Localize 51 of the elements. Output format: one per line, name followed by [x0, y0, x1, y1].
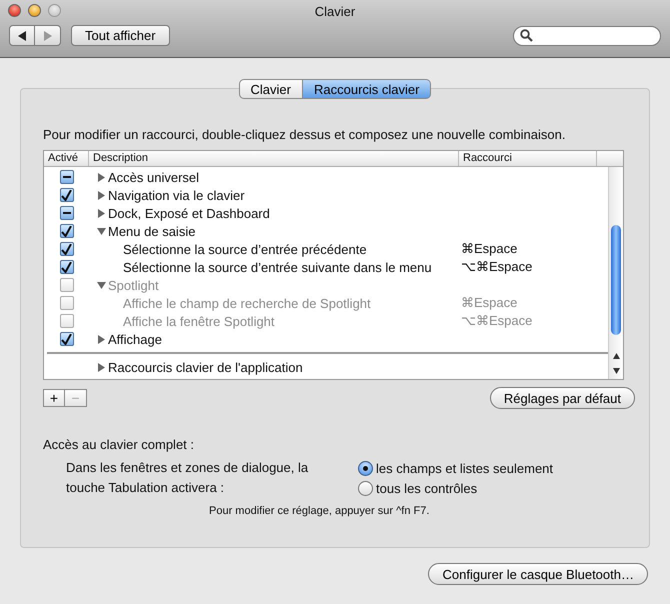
close-button[interactable] [8, 4, 21, 17]
search-icon [520, 29, 533, 42]
tab[interactable]: Clavier [238, 79, 303, 99]
bluetooth-headset-button[interactable]: Configurer le casque Bluetooth… [428, 563, 648, 585]
shortcut-keys: ⌘Espace [459, 295, 518, 310]
show-all-button[interactable]: Tout afficher [71, 25, 170, 46]
instructions-text: Pour modifier un raccourci, double-cliquez dessus et composez une nouvelle combinaison. [43, 127, 566, 142]
search-field[interactable] [513, 26, 661, 46]
shortcut-keys: ⌥⌘Espace [459, 259, 532, 274]
window-title: Clavier [314, 4, 356, 18]
collapsed-triangle-icon[interactable] [97, 334, 106, 344]
shortcut-name: Sélectionne la source d’entrée suivante dans le menu [123, 260, 432, 274]
checkbox[interactable] [60, 170, 74, 184]
section-title: Accès au clavier complet : [43, 437, 196, 452]
back-icon [18, 30, 26, 40]
shortcut-name: Menu de saisie [108, 224, 196, 238]
hint-text: Pour modifier ce réglage, appuyer sur ^fn F7. [209, 505, 430, 517]
collapsed-triangle-icon[interactable] [97, 190, 106, 200]
collapsed-triangle-icon[interactable] [97, 172, 106, 182]
section-name: Raccourcis clavier de l'application [108, 360, 303, 374]
column-header[interactable]: Raccourci [459, 151, 597, 166]
checkbox[interactable] [60, 206, 74, 220]
shortcut-keys: ⌘Espace [459, 241, 518, 256]
expanded-triangle-icon[interactable] [97, 226, 106, 236]
shortcut-name: Sélectionne la source d’entrée précédente [123, 242, 367, 256]
tab[interactable]: Raccourcis clavier [302, 79, 432, 99]
shortcut-name: Dock, Exposé et Dashboard [108, 206, 270, 220]
defaults-button[interactable]: Réglages par défaut [490, 387, 635, 409]
shortcut-name: Affiche le champ de recherche de Spotlight [123, 296, 371, 310]
minimize-button[interactable] [28, 4, 41, 17]
radio-option[interactable]: les champs et listes seulement [358, 458, 554, 478]
shortcut-name: Affiche la fenêtre Spotlight [123, 314, 275, 328]
shortcut-name: Navigation via le clavier [108, 188, 245, 202]
back-button[interactable] [9, 25, 35, 46]
shortcut-name: Spotlight [108, 278, 159, 292]
prompt-text: Dans les fenêtres et zones de dialogue, la touche Tabulation activera : [66, 459, 310, 497]
forward-button[interactable] [35, 25, 61, 46]
shortcut-keys: ⌥⌘Espace [459, 313, 532, 328]
add-button[interactable]: + [43, 389, 65, 407]
scroll-thumb[interactable] [611, 225, 621, 335]
forward-icon [43, 30, 52, 40]
scroll-down-icon[interactable] [612, 367, 620, 375]
column-header[interactable]: Description [89, 151, 459, 166]
scrollbar[interactable] [608, 167, 623, 379]
scroll-up-icon[interactable] [612, 352, 620, 360]
column-header[interactable]: Activé [44, 151, 89, 166]
shortcut-name: Accès universel [108, 170, 200, 184]
radio-option[interactable]: tous les contrôles [358, 478, 554, 498]
shortcut-name: Affichage [108, 332, 162, 346]
collapsed-triangle-icon[interactable] [97, 208, 106, 218]
collapsed-triangle-icon[interactable] [97, 362, 106, 372]
